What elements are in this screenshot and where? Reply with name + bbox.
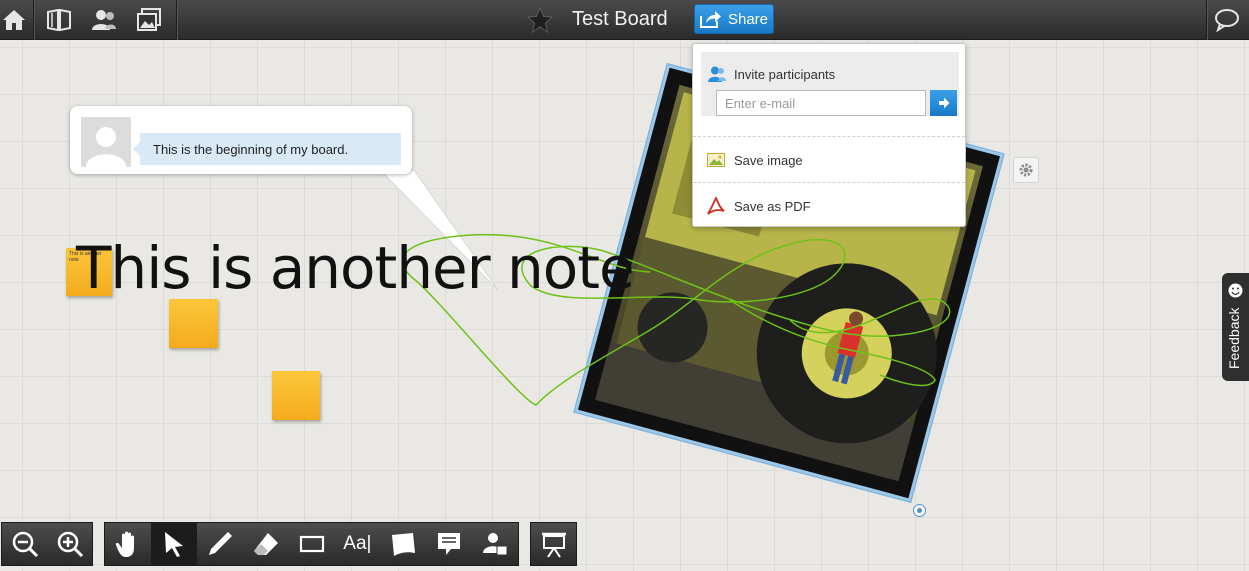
email-field[interactable] — [716, 90, 926, 116]
zoom-in-icon — [57, 531, 83, 558]
sticky-note[interactable] — [272, 371, 320, 420]
invite-section: Invite participants — [701, 52, 959, 116]
smiley-icon — [1228, 283, 1243, 298]
text-icon: Aa| — [343, 533, 372, 554]
rectangle-tool[interactable] — [289, 523, 335, 565]
invite-people-icon — [708, 66, 726, 82]
zoom-out-button[interactable] — [2, 523, 47, 565]
text-note[interactable]: This is another note — [76, 234, 635, 302]
comment-icon — [438, 533, 461, 555]
select-tool[interactable] — [150, 523, 197, 565]
hand-icon — [115, 531, 134, 557]
pdf-icon — [707, 197, 725, 215]
eraser-tool[interactable] — [243, 523, 289, 565]
gear-icon — [1019, 163, 1033, 177]
avatar — [81, 117, 131, 167]
photo-settings-button[interactable] — [1013, 157, 1039, 183]
user-stamp-tool[interactable] — [472, 523, 518, 565]
rectangle-icon — [299, 535, 324, 553]
pen-tool[interactable] — [197, 523, 243, 565]
sticky-note[interactable] — [169, 299, 218, 348]
arrow-right-icon — [938, 97, 949, 109]
hand-tool[interactable] — [105, 523, 151, 565]
zoom-toolbar — [1, 522, 93, 566]
text-tool[interactable]: Aa| — [334, 523, 380, 565]
tools-toolbar: Aa| — [104, 522, 519, 566]
zoom-in-button[interactable] — [47, 523, 92, 565]
select-arrow-icon — [164, 532, 183, 557]
save-pdf-item[interactable]: Save as PDF — [707, 195, 957, 217]
user-stamp-icon — [483, 533, 508, 556]
zoom-out-icon — [12, 531, 38, 558]
feedback-tab[interactable]: Feedback — [1222, 273, 1249, 381]
presentation-button[interactable] — [531, 523, 576, 565]
comment-tool[interactable] — [426, 523, 472, 565]
save-image-label: Save image — [734, 152, 803, 168]
sticky-note-icon — [392, 533, 416, 556]
comment-bubble[interactable]: This is the beginning of my board. — [70, 106, 412, 174]
presentation-icon — [541, 532, 566, 558]
presentation-toolbar — [530, 522, 577, 566]
sticky-note-tool[interactable] — [380, 523, 426, 565]
pen-icon — [208, 532, 232, 555]
save-image-item[interactable]: Save image — [707, 149, 957, 171]
resize-handle[interactable] — [913, 504, 926, 517]
save-pdf-label: Save as PDF — [734, 198, 811, 214]
image-icon — [707, 153, 725, 167]
send-invite-button[interactable] — [930, 90, 957, 116]
comment-text: This is the beginning of my board. — [133, 133, 401, 165]
invite-label: Invite participants — [734, 67, 836, 82]
share-menu: Invite participants Save image Save as P… — [692, 43, 966, 227]
eraser-icon — [253, 533, 278, 555]
feedback-label: Feedback — [1226, 307, 1242, 369]
